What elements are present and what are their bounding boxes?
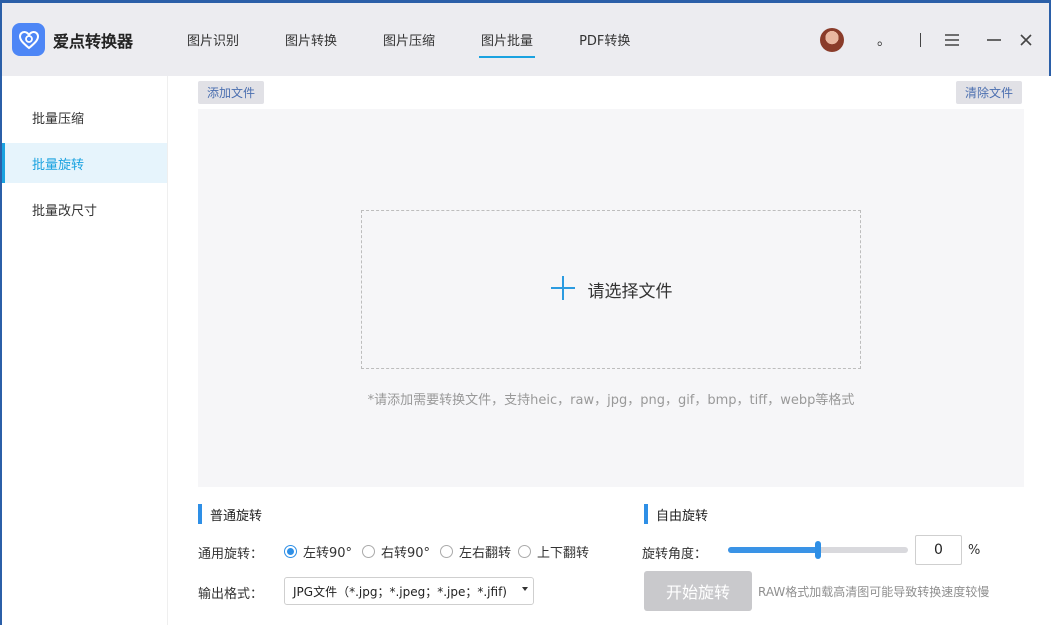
main-nav: 图片识别 图片转换 图片压缩 图片批量 PDF转换 [187, 3, 676, 76]
slider-fill [728, 547, 818, 553]
sidebar: 批量压缩 批量旋转 批量改尺寸 [2, 76, 168, 625]
radio-circle [362, 545, 375, 558]
radio-label: 右转90° [381, 546, 431, 561]
radio-circle [440, 545, 453, 558]
supported-formats-hint: *请添加需要转换文件，支持heic，raw，jpg，png，gif，bmp，ti… [367, 393, 855, 408]
chevron-down-icon [522, 587, 528, 591]
slider-thumb[interactable] [815, 541, 821, 559]
radio-rotate-left-90[interactable]: 左转90° [284, 542, 352, 561]
select-file-box[interactable]: 请选择文件 [361, 210, 861, 369]
radio-circle [284, 545, 297, 558]
close-icon[interactable] [1015, 29, 1037, 51]
tab-image-batch[interactable]: 图片批量 [479, 3, 536, 76]
radio-flip-vertical[interactable]: 上下翻转 [518, 542, 589, 561]
tab-image-compress[interactable]: 图片压缩 [383, 3, 435, 76]
window-controls: 。 [820, 3, 1037, 76]
output-format-select[interactable]: JPG文件（*.jpg；*.jpeg；*.jpe；*.jfif) [284, 577, 534, 605]
app-brand: 爱点转换器 [12, 23, 177, 56]
plus-icon [550, 275, 576, 305]
radio-label: 左右翻转 [459, 546, 512, 561]
output-format-value: JPG文件（*.jpg；*.jpeg；*.jpe；*.jfif) [293, 584, 507, 599]
sidebar-item-batch-compress[interactable]: 批量压缩 [2, 97, 167, 137]
tab-image-convert[interactable]: 图片转换 [285, 3, 337, 76]
radio-rotate-right-90[interactable]: 右转90° [362, 542, 430, 561]
file-drop-area[interactable]: 请选择文件 *请添加需要转换文件，支持heic，raw，jpg，png，gif，… [198, 109, 1024, 487]
normal-rotate-title: 普通旋转 [198, 504, 262, 524]
radio-flip-horizontal[interactable]: 左右翻转 [440, 542, 511, 561]
minimize-icon[interactable] [983, 29, 1005, 51]
status-dot: 。 [877, 32, 891, 49]
menu-icon[interactable] [941, 29, 963, 51]
clear-file-button[interactable]: 清除文件 [956, 81, 1023, 104]
radio-label: 左转90° [303, 546, 353, 561]
output-format-label: 输出格式： [198, 587, 264, 602]
angle-slider[interactable] [728, 541, 908, 559]
sidebar-item-batch-rotate[interactable]: 批量旋转 [2, 143, 167, 183]
avatar[interactable] [820, 27, 844, 52]
app-window: 爱点转换器 图片识别 图片转换 图片压缩 图片批量 PDF转换 。 批量压缩 批… [0, 0, 1051, 625]
sidebar-item-batch-resize[interactable]: 批量改尺寸 [2, 189, 167, 229]
tab-pdf-convert[interactable]: PDF转换 [579, 3, 630, 76]
tab-image-recognition[interactable]: 图片识别 [187, 3, 239, 76]
angle-label: 旋转角度： [642, 547, 708, 562]
main-panel: 添加文件 清除文件 请选择文件 *请添加需要转换文件，支持heic，raw，jp… [168, 76, 1051, 625]
rotate-label: 通用旋转： [198, 547, 264, 562]
radio-label: 上下翻转 [537, 546, 590, 561]
start-rotate-button[interactable]: 开始旋转 [644, 571, 752, 611]
free-rotate-title: 自由旋转 [644, 504, 708, 524]
angle-input[interactable] [915, 535, 962, 565]
select-file-label: 请选择文件 [587, 282, 673, 302]
title-bar: 爱点转换器 图片识别 图片转换 图片压缩 图片批量 PDF转换 。 [2, 3, 1049, 76]
divider [920, 32, 921, 47]
app-logo-icon [12, 23, 45, 56]
radio-circle [518, 545, 531, 558]
raw-format-note: RAW格式加载高清图可能导致转换速度较慢 [758, 585, 990, 599]
angle-unit: % [968, 543, 981, 558]
add-file-button[interactable]: 添加文件 [198, 81, 265, 104]
app-title: 爱点转换器 [53, 31, 134, 51]
